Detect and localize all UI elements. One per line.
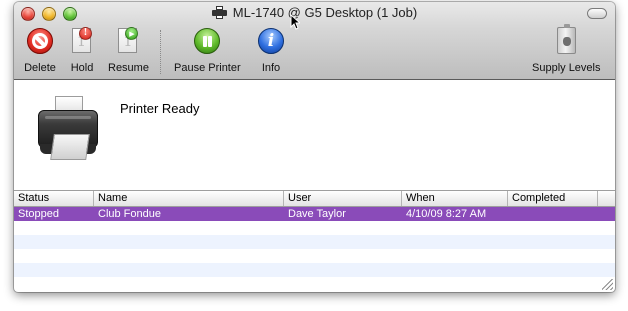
pause-printer-label: Pause Printer [174, 62, 241, 74]
hold-button[interactable]: 1 ! Hold [66, 26, 98, 74]
job-name-cell: Club Fondue [98, 208, 161, 220]
resume-label: Resume [108, 62, 149, 74]
job-status-cell: Stopped [18, 208, 59, 220]
printer-icon [211, 6, 227, 19]
printer-status-text: Printer Ready [120, 101, 200, 116]
toolbar-toggle-button[interactable] [587, 8, 607, 19]
delete-icon [27, 28, 53, 54]
job-table-header: Status Name User When Completed [14, 190, 615, 207]
window-title-bar: ML-1740 @ G5 Desktop (1 Job) [14, 5, 615, 20]
column-header-when[interactable]: When [402, 191, 508, 206]
toner-cartridge-icon [557, 24, 577, 54]
printer-status-area: Printer Ready [14, 80, 615, 190]
column-header-completed[interactable]: Completed [508, 191, 598, 206]
column-header-filler [598, 191, 615, 206]
job-when-cell: 4/10/09 8:27 AM [406, 208, 487, 220]
job-user-cell: Dave Taylor [288, 208, 346, 220]
column-header-user[interactable]: User [284, 191, 402, 206]
printer-image-icon [36, 96, 100, 162]
play-badge-icon: ▶ [125, 27, 139, 40]
table-row[interactable]: Stopped Club Fondue Dave Taylor 4/10/09 … [14, 207, 615, 221]
resume-button[interactable]: 1 ▶ Resume [108, 26, 149, 74]
mouse-pointer-icon [290, 14, 300, 30]
resize-grip-icon[interactable] [602, 279, 613, 290]
pause-printer-button[interactable]: Pause Printer [174, 26, 241, 74]
hold-label: Hold [70, 62, 94, 74]
job-completed-cell [508, 207, 598, 221]
column-header-name[interactable]: Name [94, 191, 284, 206]
window-toolbar-area: ML-1740 @ G5 Desktop (1 Job) Delete 1 ! … [14, 2, 615, 80]
empty-table-row [14, 221, 615, 235]
empty-table-row [14, 249, 615, 263]
supply-levels-label: Supply Levels [532, 62, 601, 74]
document-icon: 1 ▶ [118, 27, 139, 53]
column-header-status[interactable]: Status [14, 191, 94, 206]
pause-icon [194, 28, 221, 54]
delete-button[interactable]: Delete [24, 26, 56, 74]
toolbar: Delete 1 ! Hold 1 ▶ Resume Pause Printer… [14, 24, 615, 78]
window-title: ML-1740 @ G5 Desktop (1 Job) [232, 5, 418, 20]
toolbar-separator [160, 30, 161, 74]
job-table: Status Name User When Completed Stopped … [14, 190, 615, 292]
alert-badge-icon: ! [79, 27, 92, 40]
document-icon: 1 ! [72, 27, 92, 53]
empty-table-row [14, 235, 615, 249]
supply-levels-button[interactable]: Supply Levels [532, 24, 601, 74]
info-button[interactable]: i Info [255, 26, 287, 74]
empty-table-row [14, 263, 615, 277]
info-icon: i [258, 28, 284, 54]
delete-label: Delete [24, 62, 56, 74]
empty-table-row [14, 277, 615, 291]
info-label: Info [261, 62, 281, 74]
print-queue-window: ML-1740 @ G5 Desktop (1 Job) Delete 1 ! … [14, 2, 615, 292]
